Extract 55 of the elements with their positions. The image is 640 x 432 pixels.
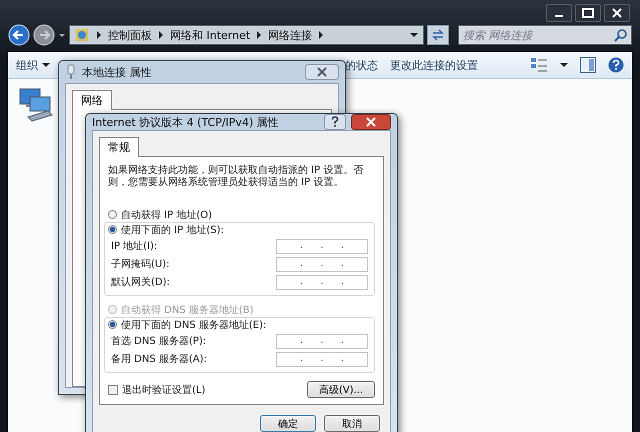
address-bar[interactable]: 控制面板 网络和 Internet 网络连接 (69, 25, 424, 45)
radio-label[interactable]: 使用下面的 IP 地址(S): (121, 222, 224, 236)
preview-pane-icon[interactable] (580, 57, 596, 73)
field-label: 默认网关(D): (111, 276, 170, 289)
help-icon[interactable] (608, 57, 624, 73)
view-options-icon[interactable] (530, 57, 548, 73)
description-text: 如果网络支持此功能，则可以获取自动指派的 IP 设置。否则，您需要从网络系统管理员处获得适当的 IP 设置。 (108, 165, 364, 189)
caret-icon (42, 62, 50, 68)
radio-button[interactable] (108, 210, 117, 219)
chevron-icon[interactable] (255, 30, 264, 40)
dropdown-icon[interactable] (409, 30, 419, 40)
close-icon[interactable] (604, 4, 630, 22)
search-icon (614, 28, 628, 42)
breadcrumb-item[interactable]: 控制面板 (108, 28, 152, 42)
field-label: IP 地址(I): (111, 240, 158, 253)
forward-icon[interactable] (33, 24, 55, 46)
refresh-icon[interactable] (427, 25, 449, 45)
tab[interactable]: 网络 (72, 90, 112, 110)
radio-label[interactable]: 使用下面的 DNS 服务器地址(E): (121, 318, 266, 332)
ip-address-field[interactable]: . . . (276, 256, 368, 272)
field-label: 备用 DNS 服务器(A): (111, 353, 207, 366)
tab[interactable]: 常规 (99, 137, 139, 157)
checkbox[interactable] (108, 384, 118, 394)
breadcrumb-item[interactable]: 网络连接 (268, 28, 312, 42)
chevron-icon[interactable] (317, 30, 326, 40)
ip-address-field[interactable]: . . . (276, 352, 368, 366)
ip-address-field[interactable]: . . . (276, 274, 368, 290)
ip-address-field[interactable]: . . . (276, 238, 368, 254)
radio-button[interactable] (108, 320, 117, 329)
chevron-icon[interactable] (157, 30, 165, 40)
cancel-button[interactable]: 取消 (324, 415, 380, 432)
toolbar-item[interactable]: 更改此连接的设置 (390, 58, 478, 72)
network-folder-icon (74, 27, 90, 43)
network-adapter-icon (65, 64, 77, 80)
ip-address-field[interactable]: . . . (276, 334, 368, 348)
back-icon[interactable] (8, 24, 30, 46)
toolbar-item[interactable]: 组织 (16, 58, 50, 72)
dialog-title: 本地连接 属性 (82, 64, 152, 80)
radio-label[interactable]: 自动获得 IP 地址(O) (121, 208, 212, 222)
checkbox-label[interactable]: 退出时验证设置(L) (122, 382, 206, 396)
ok-button[interactable]: 确定 (260, 415, 316, 432)
search-field[interactable]: 搜索 网络连接 (458, 25, 632, 45)
close-icon[interactable] (351, 114, 391, 130)
breadcrumb-item[interactable]: 网络和 Internet (170, 28, 250, 42)
advanced-button[interactable]: 高级(V)... (307, 381, 375, 398)
caret-icon[interactable] (560, 62, 568, 68)
chevron-icon[interactable] (95, 30, 103, 40)
network-computer-icon[interactable] (18, 87, 54, 123)
field-label: 子网掩码(U): (111, 258, 170, 271)
help-icon[interactable] (324, 114, 346, 130)
maximize-icon[interactable] (575, 4, 601, 22)
radio-button[interactable] (108, 225, 117, 234)
minimize-icon[interactable] (546, 4, 572, 22)
dialog-title: Internet 协议版本 4 (TCP/IPv4) 属性 (92, 114, 279, 130)
field-label: 首选 DNS 服务器(P): (111, 334, 206, 348)
